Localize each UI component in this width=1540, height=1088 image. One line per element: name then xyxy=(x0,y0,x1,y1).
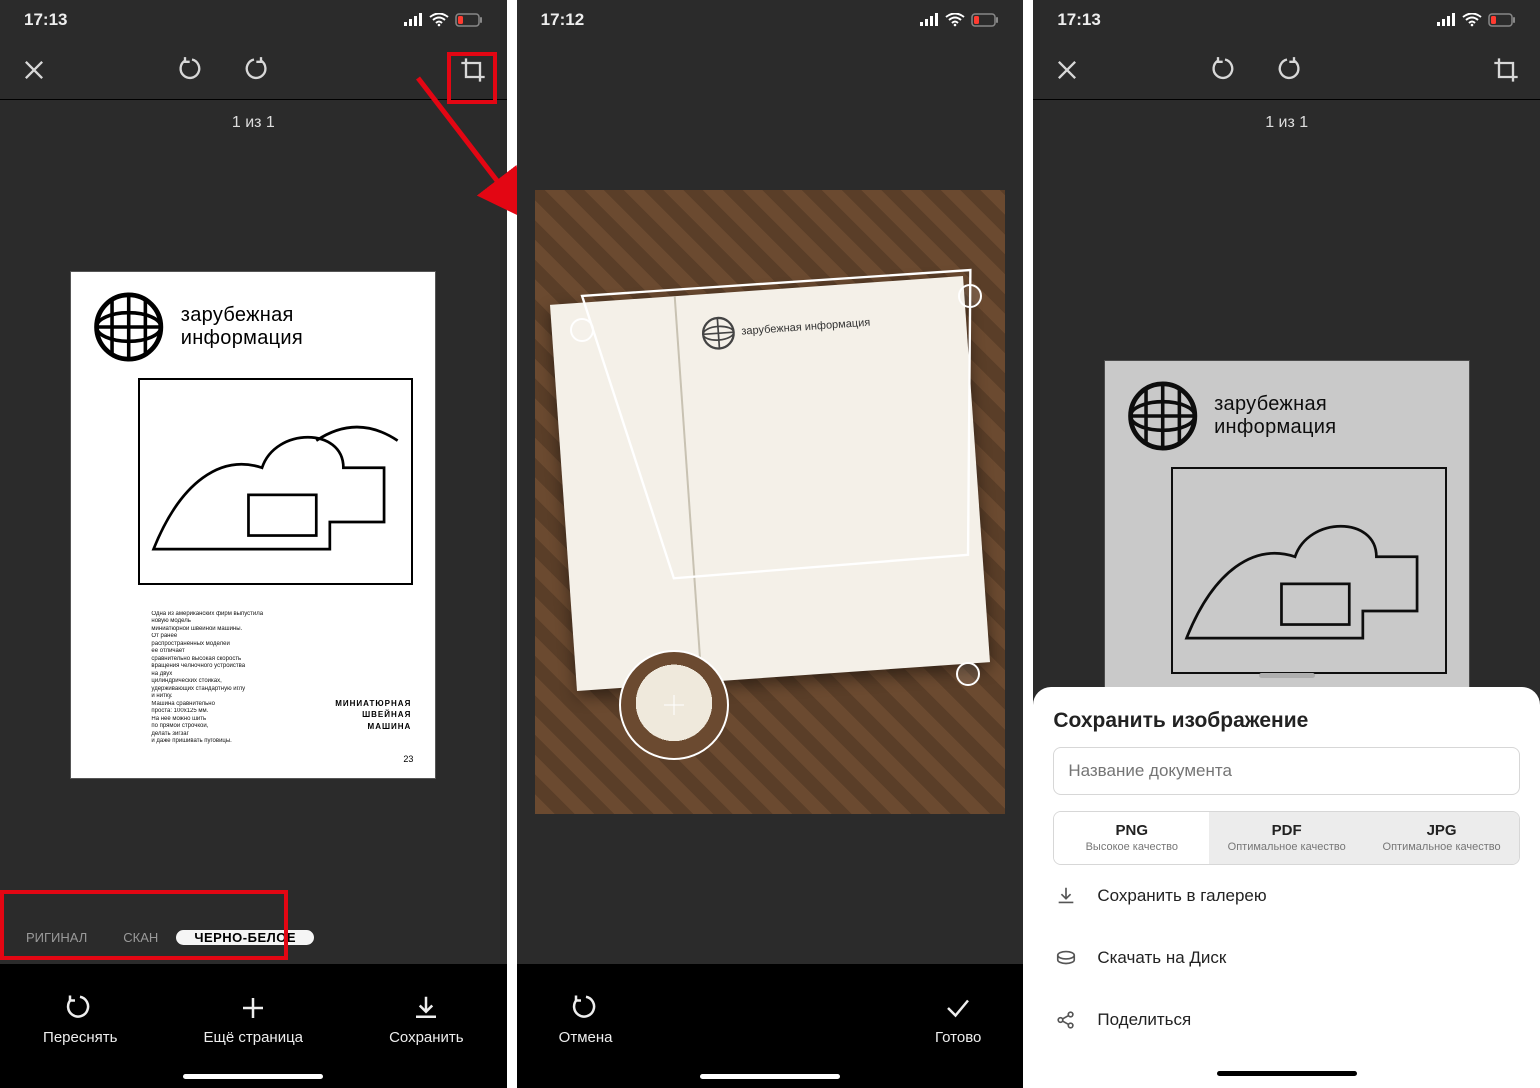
cellular-signal-icon xyxy=(1436,13,1456,27)
battery-low-icon xyxy=(1488,13,1516,27)
document-name-input[interactable] xyxy=(1053,747,1520,795)
editor-toolbar xyxy=(0,40,507,100)
format-png[interactable]: PNG Высокое качество xyxy=(1054,812,1209,864)
filter-original[interactable]: РИГИНАЛ xyxy=(8,930,105,945)
crop-bottom-bar: Отмена Готово xyxy=(517,964,1024,1074)
document-page-number: 23 xyxy=(403,754,413,764)
status-time: 17:13 xyxy=(24,10,67,30)
battery-low-icon xyxy=(455,13,483,27)
preview-canvas: зарубежная информация Одна из американск… xyxy=(0,140,507,910)
rotate-left-icon[interactable] xyxy=(1211,56,1239,84)
crop-icon[interactable] xyxy=(459,56,487,84)
screen-crop: 17:12 зарубежная информация xyxy=(517,0,1024,1088)
page-indicator: 1 из 1 xyxy=(1033,100,1540,140)
filter-row: РИГИНАЛ СКАН ЧЕРНО-БЕЛОЕ xyxy=(0,910,507,964)
raw-photo: зарубежная информация xyxy=(535,190,1006,815)
cellular-signal-icon xyxy=(919,13,939,27)
page-indicator: 1 из 1 xyxy=(0,100,507,140)
wifi-icon xyxy=(945,13,965,27)
rotate-right-icon[interactable] xyxy=(1273,56,1301,84)
status-right xyxy=(1436,13,1516,27)
home-indicator xyxy=(0,1074,507,1088)
filter-scan[interactable]: СКАН xyxy=(105,930,176,945)
status-bar: 17:13 xyxy=(0,0,507,40)
filter-bw-selected[interactable]: ЧЕРНО-БЕЛОЕ xyxy=(176,930,314,945)
document-illustration xyxy=(1171,467,1446,674)
status-right xyxy=(403,13,483,27)
status-time: 17:12 xyxy=(541,10,584,30)
format-jpg[interactable]: JPG Оптимальное качество xyxy=(1364,812,1519,864)
crop-handle-br[interactable] xyxy=(956,662,980,686)
done-button[interactable]: Готово xyxy=(935,993,981,1046)
document-heading: зарубежная информация xyxy=(181,304,414,350)
save-sheet: Сохранить изображение PNG Высокое качест… xyxy=(1033,687,1540,1088)
book-heading: зарубежная информация xyxy=(741,316,871,337)
document-body-text: Одна из американских фирм выпустила нову… xyxy=(151,611,267,742)
status-time: 17:13 xyxy=(1057,10,1100,30)
globe-logo-icon xyxy=(93,290,164,364)
retake-button[interactable]: Переснять xyxy=(43,993,117,1046)
share-icon xyxy=(1053,1009,1079,1031)
home-indicator xyxy=(517,1074,1024,1088)
cellular-signal-icon xyxy=(403,13,423,27)
download-icon xyxy=(1053,885,1079,907)
document-illustration xyxy=(138,378,413,585)
crop-icon[interactable] xyxy=(1492,56,1520,84)
crop-handle-tr[interactable] xyxy=(958,284,982,308)
globe-logo-icon xyxy=(1127,379,1198,453)
cancel-button[interactable]: Отмена xyxy=(559,993,613,1046)
action-share[interactable]: Поделиться xyxy=(1053,989,1520,1051)
action-download-disk[interactable]: Скачать на Диск xyxy=(1053,927,1520,989)
document-right-tag: МИНИАТЮРНАЯ ШВЕЙНАЯ МАШИНА xyxy=(335,698,411,732)
battery-low-icon xyxy=(971,13,999,27)
format-pdf[interactable]: PDF Оптимальное качество xyxy=(1209,812,1364,864)
screen-editor: 17:13 1 из 1 зарубежная информация Одна … xyxy=(0,0,507,1088)
checkmark-icon xyxy=(943,993,973,1023)
undo-icon xyxy=(571,993,601,1023)
disk-icon xyxy=(1053,947,1079,969)
document-heading: зарубежная информация xyxy=(1214,393,1447,439)
rotate-right-icon[interactable] xyxy=(240,56,268,84)
sheet-title: Сохранить изображение xyxy=(1053,709,1520,733)
book-in-photo: зарубежная информация xyxy=(550,276,990,691)
close-icon[interactable] xyxy=(20,56,48,84)
action-save-gallery[interactable]: Сохранить в галерею xyxy=(1053,865,1520,927)
rotate-left-icon[interactable] xyxy=(178,56,206,84)
screen-save-sheet: 17:13 1 из 1 зарубежная информация Одна … xyxy=(1033,0,1540,1088)
status-bar: 17:12 xyxy=(517,0,1024,40)
add-page-button[interactable]: Ещё страница xyxy=(204,993,304,1046)
bottom-bar: Переснять Ещё страница Сохранить xyxy=(0,964,507,1074)
sheet-grabber[interactable] xyxy=(1259,673,1315,678)
wifi-icon xyxy=(429,13,449,27)
download-icon xyxy=(411,993,441,1023)
save-button[interactable]: Сохранить xyxy=(389,993,464,1046)
status-bar: 17:13 xyxy=(1033,0,1540,40)
retake-icon xyxy=(65,993,95,1023)
format-segmented: PNG Высокое качество PDF Оптимальное кач… xyxy=(1053,811,1520,865)
close-icon[interactable] xyxy=(1053,56,1081,84)
home-indicator xyxy=(1217,1071,1357,1076)
plus-icon xyxy=(238,993,268,1023)
status-right xyxy=(919,13,999,27)
wifi-icon xyxy=(1462,13,1482,27)
crop-handle-tl[interactable] xyxy=(570,318,594,342)
editor-toolbar xyxy=(1033,40,1540,100)
crop-handle-bl[interactable] xyxy=(662,693,686,717)
scanned-document[interactable]: зарубежная информация Одна из американск… xyxy=(71,272,435,778)
crop-canvas[interactable]: зарубежная информация xyxy=(517,40,1024,964)
globe-logo-icon xyxy=(700,315,736,351)
